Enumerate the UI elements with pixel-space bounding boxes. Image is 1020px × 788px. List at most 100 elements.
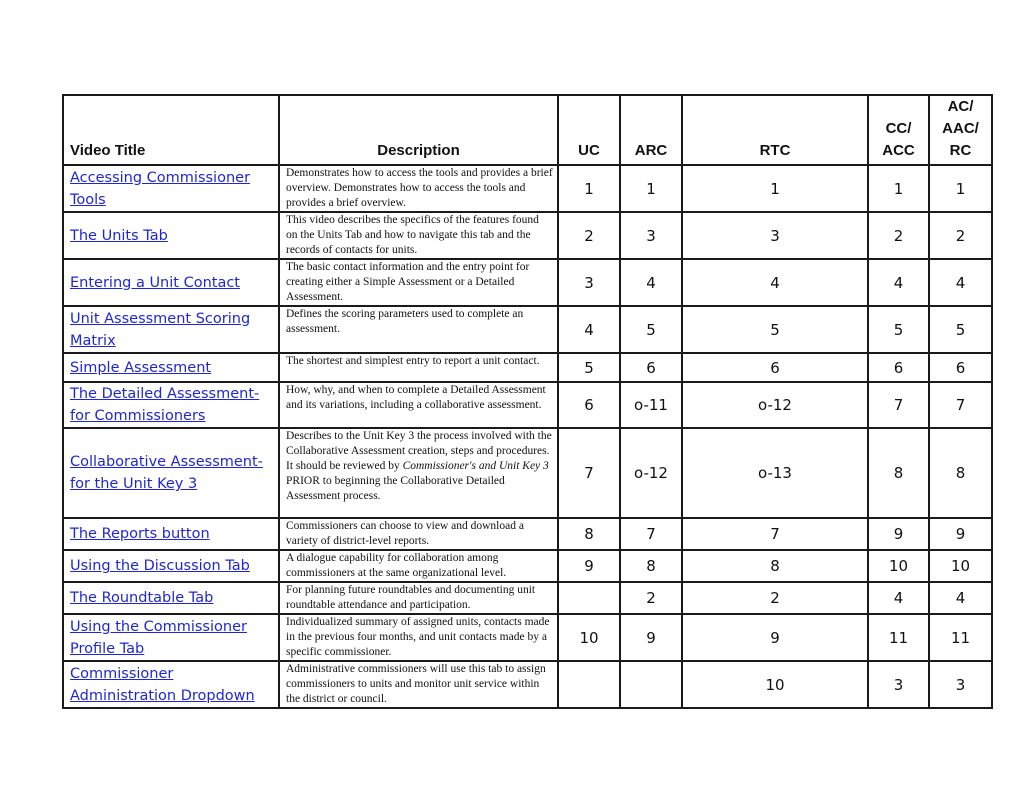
cc-acc-cell: 11 xyxy=(867,613,930,662)
arc-cell: 2 xyxy=(619,581,683,615)
ac-aac-rc-cell: 5 xyxy=(928,305,993,354)
ac-aac-rc-cell: 6 xyxy=(928,352,993,383)
cc-acc-cell: 4 xyxy=(867,258,930,307)
cc-acc-cell: 1 xyxy=(867,164,930,213)
video-link-reports-button[interactable]: The Reports button xyxy=(70,526,210,542)
video-link-accessing-commissioner-tools[interactable]: Accessing Commissioner Tools xyxy=(70,170,250,208)
arc-cell: 7 xyxy=(619,517,683,551)
arc-cell: 9 xyxy=(619,613,683,662)
ac-aac-rc-cell: 8 xyxy=(928,427,993,519)
ac-aac-rc-cell: 7 xyxy=(928,381,993,429)
uc-cell: 8 xyxy=(557,517,621,551)
uc-cell: 1 xyxy=(557,164,621,213)
description-cell: A dialogue capability for collaboration … xyxy=(278,549,559,583)
header-video-title: Video Title xyxy=(62,94,280,166)
video-link-entering-a-unit-contact[interactable]: Entering a Unit Contact xyxy=(70,275,240,291)
header-description: Description xyxy=(278,94,559,166)
description-cell: Describes to the Unit Key 3 the process … xyxy=(278,427,559,519)
uc-cell: 5 xyxy=(557,352,621,383)
description-cell: Commissioners can choose to view and dow… xyxy=(278,517,559,551)
ac-aac-rc-cell: 1 xyxy=(928,164,993,213)
video-link-the-units-tab[interactable]: The Units Tab xyxy=(70,228,168,244)
uc-cell xyxy=(557,581,621,615)
uc-cell: 2 xyxy=(557,211,621,260)
cc-acc-cell: 9 xyxy=(867,517,930,551)
rtc-cell: 4 xyxy=(681,258,869,307)
ac-aac-rc-cell: 11 xyxy=(928,613,993,662)
uc-cell: 7 xyxy=(557,427,621,519)
arc-cell: o-11 xyxy=(619,381,683,429)
arc-cell: 3 xyxy=(619,211,683,260)
cc-acc-cell: 7 xyxy=(867,381,930,429)
video-table: Video Title Description UC ARC RTC CC/ A… xyxy=(62,94,993,709)
arc-cell: 1 xyxy=(619,164,683,213)
rtc-cell: 7 xyxy=(681,517,869,551)
description-cell: This video describes the specifics of th… xyxy=(278,211,559,260)
description-cell: The shortest and simplest entry to repor… xyxy=(278,352,559,383)
header-cc-acc: CC/ ACC xyxy=(867,94,930,166)
ac-aac-rc-cell: 4 xyxy=(928,258,993,307)
description-cell: How, why, and when to complete a Detaile… xyxy=(278,381,559,429)
rtc-cell: 2 xyxy=(681,581,869,615)
table-row: Collaborative Assessment-for the Unit Ke… xyxy=(62,427,993,519)
table-row: The Roundtable Tab For planning future r… xyxy=(62,581,993,615)
ac-aac-rc-cell: 2 xyxy=(928,211,993,260)
video-link-roundtable-tab[interactable]: The Roundtable Tab xyxy=(70,590,213,606)
cc-acc-cell: 3 xyxy=(867,660,930,709)
table-row: The Reports button Commissioners can cho… xyxy=(62,517,993,551)
description-cell: The basic contact information and the en… xyxy=(278,258,559,307)
header-ac-aac-rc: AC/ AAC/ RC xyxy=(928,94,993,166)
cc-acc-cell: 2 xyxy=(867,211,930,260)
rtc-cell: 9 xyxy=(681,613,869,662)
description-cell: Individualized summary of assigned units… xyxy=(278,613,559,662)
video-link-commissioner-administration-dropdown[interactable]: Commissioner Administration Dropdown xyxy=(70,666,255,704)
header-row: Video Title Description UC ARC RTC CC/ A… xyxy=(62,94,993,166)
arc-cell: 5 xyxy=(619,305,683,354)
video-link-unit-assessment-scoring-matrix[interactable]: Unit Assessment Scoring Matrix xyxy=(70,311,250,349)
cc-acc-cell: 10 xyxy=(867,549,930,583)
rtc-cell: 5 xyxy=(681,305,869,354)
rtc-cell: 3 xyxy=(681,211,869,260)
table-row: Using the Discussion Tab A dialogue capa… xyxy=(62,549,993,583)
uc-cell: 9 xyxy=(557,549,621,583)
arc-cell: 6 xyxy=(619,352,683,383)
table-row: Simple Assessment The shortest and simpl… xyxy=(62,352,993,383)
rtc-cell: 8 xyxy=(681,549,869,583)
table-row: Using the Commissioner Profile Tab Indiv… xyxy=(62,613,993,662)
description-cell: For planning future roundtables and docu… xyxy=(278,581,559,615)
rtc-cell: 1 xyxy=(681,164,869,213)
description-cell: Administrative commissioners will use th… xyxy=(278,660,559,709)
table-row: Accessing Commissioner Tools Demonstrate… xyxy=(62,164,993,213)
uc-cell: 4 xyxy=(557,305,621,354)
arc-cell: 8 xyxy=(619,549,683,583)
video-link-simple-assessment[interactable]: Simple Assessment xyxy=(70,360,211,376)
uc-cell xyxy=(557,660,621,709)
uc-cell: 10 xyxy=(557,613,621,662)
table-row: The Detailed Assessment-for Commissioner… xyxy=(62,381,993,429)
video-link-commissioner-profile-tab[interactable]: Using the Commissioner Profile Tab xyxy=(70,619,247,657)
table-row: Unit Assessment Scoring Matrix Defines t… xyxy=(62,305,993,354)
table-row: Commissioner Administration Dropdown Adm… xyxy=(62,660,993,709)
description-cell: Demonstrates how to access the tools and… xyxy=(278,164,559,213)
rtc-cell: o-13 xyxy=(681,427,869,519)
video-link-detailed-assessment[interactable]: The Detailed Assessment-for Commissioner… xyxy=(70,386,259,424)
table-row: The Units Tab This video describes the s… xyxy=(62,211,993,260)
header-arc: ARC xyxy=(619,94,683,166)
ac-aac-rc-cell: 3 xyxy=(928,660,993,709)
arc-cell xyxy=(619,660,683,709)
cc-acc-cell: 4 xyxy=(867,581,930,615)
cc-acc-cell: 5 xyxy=(867,305,930,354)
ac-aac-rc-cell: 9 xyxy=(928,517,993,551)
cc-acc-cell: 6 xyxy=(867,352,930,383)
header-rtc: RTC xyxy=(681,94,869,166)
ac-aac-rc-cell: 10 xyxy=(928,549,993,583)
video-link-discussion-tab[interactable]: Using the Discussion Tab xyxy=(70,558,250,574)
header-uc: UC xyxy=(557,94,621,166)
uc-cell: 6 xyxy=(557,381,621,429)
rtc-cell: 6 xyxy=(681,352,869,383)
ac-aac-rc-cell: 4 xyxy=(928,581,993,615)
cc-acc-cell: 8 xyxy=(867,427,930,519)
arc-cell: o-12 xyxy=(619,427,683,519)
video-link-collaborative-assessment[interactable]: Collaborative Assessment-for the Unit Ke… xyxy=(70,454,263,492)
uc-cell: 3 xyxy=(557,258,621,307)
